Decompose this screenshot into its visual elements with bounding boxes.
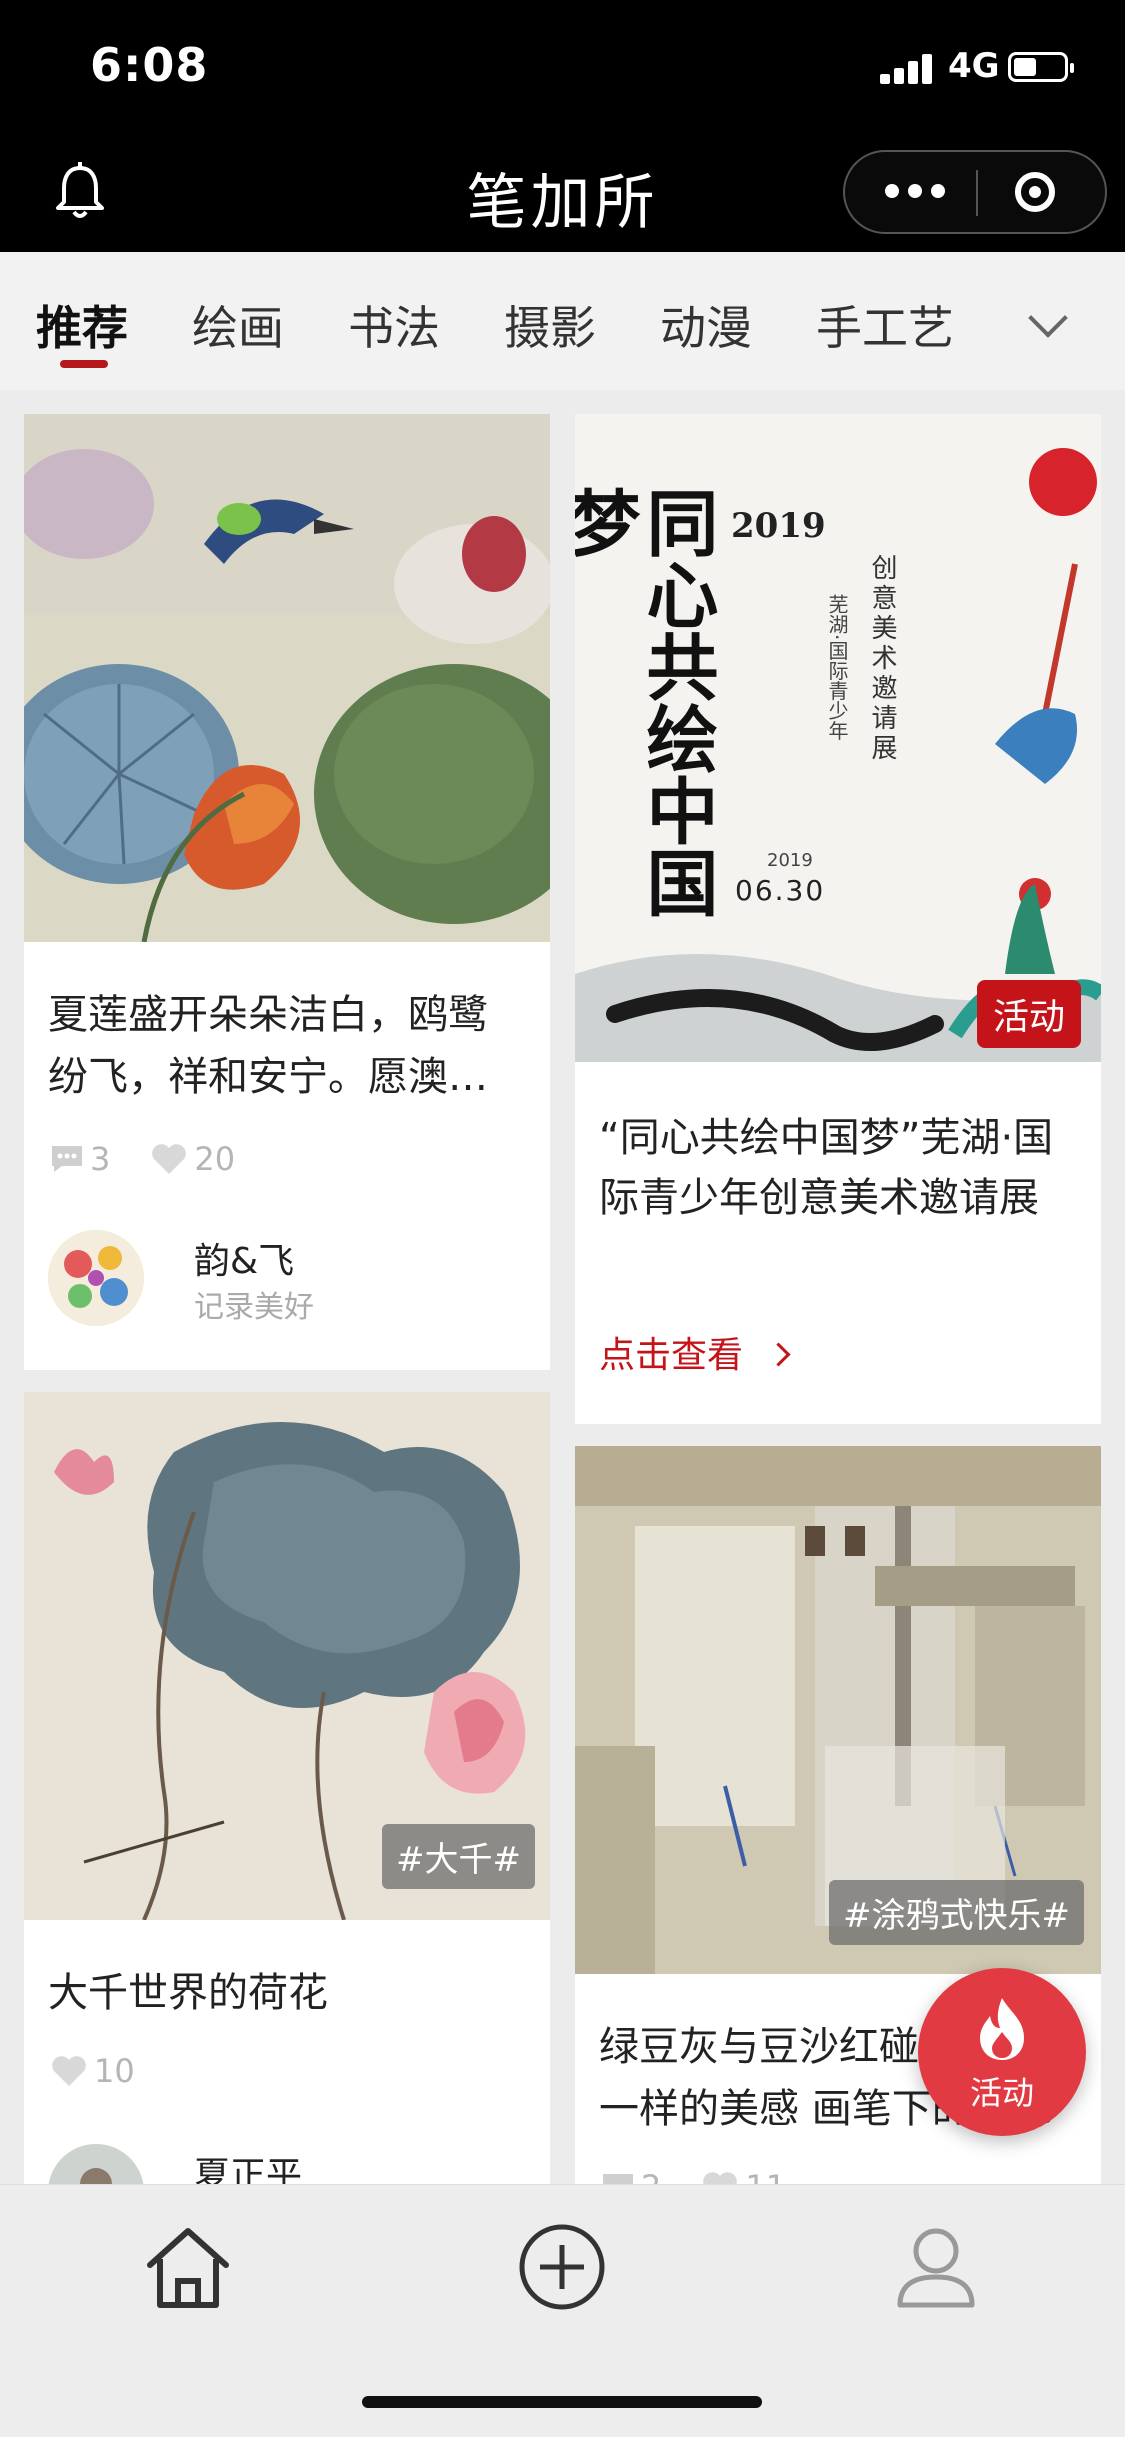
status-bar: 6:08 4G <box>0 0 1125 132</box>
author-signature: 记录美好 <box>194 1290 314 1325</box>
tab-calligraphy[interactable]: 书法 <box>348 292 440 358</box>
author-name[interactable]: 韵&飞 <box>194 1232 294 1284</box>
tab-handicraft[interactable]: 手工艺 <box>816 292 954 358</box>
battery-icon <box>1008 52 1074 82</box>
view-more-label: 点击查看 <box>599 1335 744 1376</box>
tab-photography[interactable]: 摄影 <box>504 292 596 358</box>
view-more-link[interactable]: 点击查看 <box>599 1326 791 1378</box>
more-icon[interactable] <box>885 184 945 200</box>
heart-icon[interactable] <box>50 2054 88 2088</box>
chevron-down-icon[interactable] <box>1028 298 1068 338</box>
activity-fab[interactable]: 活动 <box>918 1968 1086 2136</box>
post-stats: 10 <box>50 2052 135 2090</box>
event-card[interactable]: 2019 同心共绘中国梦 创意美术邀请展 芜湖·国际青少年 2019 06.30… <box>575 414 1101 1424</box>
topic-tag[interactable]: #大千# <box>382 1824 535 1889</box>
poster-main-text: 同心共绘中国梦 <box>575 486 719 918</box>
nav-bar: 笔加所 <box>0 132 1125 252</box>
post-card[interactable]: 夏莲盛开朵朵洁白，鸥鹭纷飞，祥和安宁。愿澳门回归祖国二十周年更加繁荣昌盛 3 2… <box>24 414 550 1370</box>
comment-icon[interactable] <box>50 1144 84 1174</box>
close-miniprogram-icon[interactable] <box>1015 172 1055 212</box>
home-icon[interactable] <box>142 2221 234 2313</box>
like-count: 20 <box>194 1140 236 1178</box>
home-indicator <box>362 2396 762 2408</box>
activity-fab-label: 活动 <box>969 2074 1034 2112</box>
signal-icon <box>880 52 936 84</box>
network-type: 4G <box>948 46 1000 86</box>
tab-anime[interactable]: 动漫 <box>660 292 752 358</box>
avatar[interactable] <box>48 1230 144 1326</box>
chevron-right-icon <box>766 1342 791 1367</box>
tab-recommend[interactable]: 推荐 <box>36 292 128 358</box>
poster-date: 06.30 <box>735 874 826 907</box>
post-stats: 3 20 <box>50 1140 235 1178</box>
poster-date-year: 2019 <box>767 850 813 871</box>
poster-side-text: 创意美术邀请展 <box>867 554 897 764</box>
tab-painting[interactable]: 绘画 <box>192 292 284 358</box>
like-count: 10 <box>94 2052 135 2090</box>
post-card[interactable]: #大千# 大千世界的荷花 10 夏正平 <box>24 1392 550 2192</box>
flame-icon <box>980 1998 1024 2060</box>
create-post-icon[interactable] <box>516 2221 608 2313</box>
miniprogram-capsule <box>843 150 1107 234</box>
status-time: 6:08 <box>90 38 209 92</box>
topic-tag[interactable]: #涂鸦式快乐# <box>829 1880 1084 1945</box>
event-title[interactable]: “同心共绘中国梦”芜湖·国际青少年创意美术邀请展 <box>599 1108 1077 1228</box>
tab-active-indicator <box>60 360 108 368</box>
category-tabs: 推荐 绘画 书法 摄影 动漫 手工艺 <box>0 252 1125 390</box>
event-badge: 活动 <box>977 980 1082 1048</box>
post-title[interactable]: 大千世界的荷花 <box>48 1962 526 2024</box>
poster-city-text: 芜湖·国际青少年 <box>825 594 849 741</box>
post-title[interactable]: 夏莲盛开朵朵洁白，鸥鹭纷飞，祥和安宁。愿澳门回归祖国二十周年更加繁荣昌盛 <box>48 984 526 1108</box>
artwork-image <box>24 414 550 942</box>
comment-count: 3 <box>90 1140 111 1178</box>
poster-year: 2019 <box>731 506 826 546</box>
profile-icon[interactable] <box>890 2221 982 2313</box>
heart-icon[interactable] <box>150 1142 188 1176</box>
